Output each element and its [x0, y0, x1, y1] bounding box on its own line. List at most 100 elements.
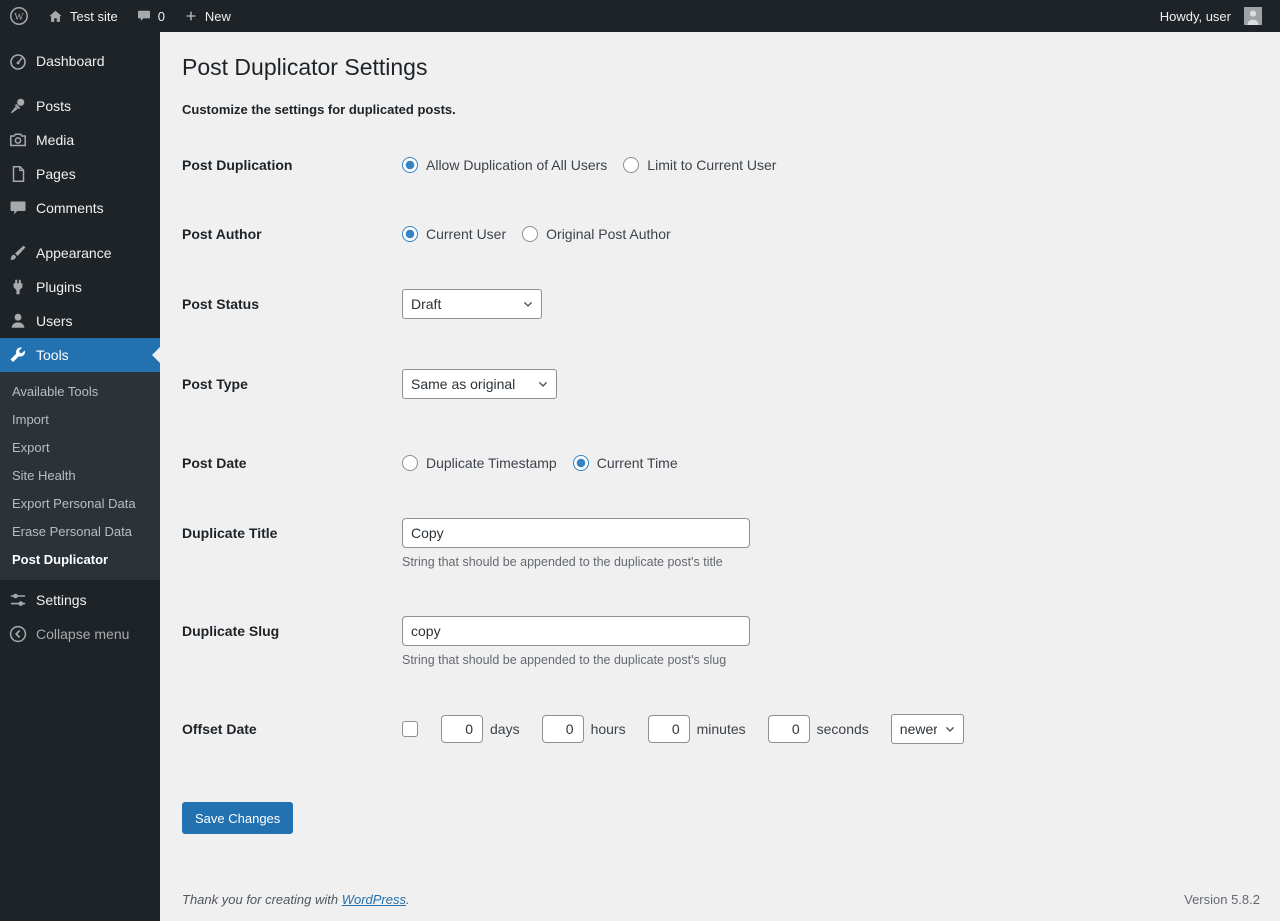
form-row-offset-date: Offset Date days hours minutes	[182, 694, 1260, 792]
pushpin-icon	[8, 96, 28, 116]
page-title: Post Duplicator Settings	[182, 53, 1260, 82]
current-time-radio[interactable]	[573, 455, 589, 471]
post-type-select-wrap: Same as original	[402, 369, 557, 399]
sidebar-item-settings[interactable]: Settings	[0, 583, 160, 617]
submenu-item-available-tools[interactable]: Available Tools	[0, 378, 160, 406]
comment-count: 0	[158, 9, 165, 24]
offset-minutes-input[interactable]	[648, 715, 690, 743]
form-row-post-author: Post Author Current User Original Post A…	[182, 200, 1260, 269]
howdy-label: Howdy, user	[1160, 9, 1231, 24]
submenu-item-import[interactable]: Import	[0, 406, 160, 434]
menu-separator	[0, 78, 160, 89]
tools-submenu: Available Tools Import Export Site Healt…	[0, 372, 160, 580]
camera-icon	[8, 130, 28, 150]
original-author-radio[interactable]	[522, 226, 538, 242]
sidebar-item-pages[interactable]: Pages	[0, 157, 160, 191]
offset-direction-select-wrap: newer	[891, 714, 964, 744]
hours-unit-label: hours	[591, 721, 626, 737]
radio-option-duplicate-timestamp[interactable]: Duplicate Timestamp	[402, 455, 557, 471]
radio-option-current-time[interactable]: Current Time	[573, 455, 678, 471]
submenu-item-export-personal-data[interactable]: Export Personal Data	[0, 490, 160, 518]
wrench-icon	[8, 345, 28, 365]
offset-date-checkbox[interactable]	[402, 721, 418, 737]
comment-icon	[8, 198, 28, 218]
admin-bar: W Test site 0 New Howdy, user	[0, 0, 1280, 32]
home-icon	[47, 8, 64, 25]
offset-date-checkbox-wrap	[402, 721, 418, 737]
plus-icon	[183, 8, 199, 24]
duplicate-slug-input[interactable]	[402, 616, 750, 646]
wordpress-logo-menu[interactable]: W	[0, 0, 38, 32]
form-row-post-type: Post Type Same as original	[182, 349, 1260, 429]
radio-option-limit-current-user[interactable]: Limit to Current User	[623, 157, 776, 173]
offset-seconds-input[interactable]	[768, 715, 810, 743]
svg-text:W: W	[14, 12, 24, 23]
sidebar-item-users[interactable]: Users	[0, 304, 160, 338]
sidebar-item-dashboard[interactable]: Dashboard	[0, 44, 160, 78]
radio-option-original-author[interactable]: Original Post Author	[522, 226, 671, 242]
seconds-unit-label: seconds	[817, 721, 869, 737]
wordpress-logo-icon: W	[9, 6, 29, 26]
sidebar-item-label: Users	[36, 313, 73, 329]
duplicate-timestamp-radio[interactable]	[402, 455, 418, 471]
new-content-menu[interactable]: New	[174, 0, 240, 32]
menu-separator	[0, 225, 160, 236]
offset-direction-select[interactable]: newer	[891, 714, 964, 744]
offset-hours-group: hours	[542, 715, 626, 743]
comments-bubble-link[interactable]: 0	[127, 0, 174, 32]
sidebar-item-media[interactable]: Media	[0, 123, 160, 157]
submenu-item-export[interactable]: Export	[0, 434, 160, 462]
account-menu[interactable]: Howdy, user	[1151, 0, 1271, 32]
post-status-label: Post Status	[182, 289, 402, 319]
footer-version: Version 5.8.2	[1184, 892, 1260, 907]
radio-label: Original Post Author	[546, 226, 671, 242]
offset-hours-input[interactable]	[542, 715, 584, 743]
offset-minutes-group: minutes	[648, 715, 746, 743]
radio-label: Allow Duplication of All Users	[426, 157, 607, 173]
duplicate-title-label: Duplicate Title	[182, 518, 402, 548]
sidebar-item-tools[interactable]: Tools	[0, 338, 160, 372]
footer-thanks-period: .	[406, 892, 410, 907]
page-subtitle: Customize the settings for duplicated po…	[182, 102, 1260, 117]
form-row-duplicate-title: Duplicate Title String that should be ap…	[182, 498, 1260, 596]
submenu-item-erase-personal-data[interactable]: Erase Personal Data	[0, 518, 160, 546]
radio-label: Current Time	[597, 455, 678, 471]
sidebar-item-posts[interactable]: Posts	[0, 89, 160, 123]
sidebar-item-plugins[interactable]: Plugins	[0, 270, 160, 304]
post-type-label: Post Type	[182, 369, 402, 399]
duplicate-slug-label: Duplicate Slug	[182, 616, 402, 646]
duplicate-title-input[interactable]	[402, 518, 750, 548]
footer-thanks-text: Thank you for creating with	[182, 892, 342, 907]
form-row-post-date: Post Date Duplicate Timestamp Current Ti…	[182, 429, 1260, 498]
offset-days-input[interactable]	[441, 715, 483, 743]
post-type-select[interactable]: Same as original	[402, 369, 557, 399]
person-icon	[8, 311, 28, 331]
site-name-link[interactable]: Test site	[38, 0, 127, 32]
radio-option-current-user[interactable]: Current User	[402, 226, 506, 242]
form-row-duplicate-slug: Duplicate Slug String that should be app…	[182, 596, 1260, 694]
comment-bubble-icon	[136, 8, 152, 24]
plug-icon	[8, 277, 28, 297]
sliders-icon	[8, 590, 28, 610]
settings-form: Post Duplication Allow Duplication of Al…	[182, 131, 1260, 792]
radio-option-allow-all-users[interactable]: Allow Duplication of All Users	[402, 157, 607, 173]
collapse-menu-button[interactable]: Collapse menu	[0, 617, 160, 651]
submenu-item-post-duplicator[interactable]: Post Duplicator	[0, 546, 160, 574]
allow-all-users-radio[interactable]	[402, 157, 418, 173]
sidebar-item-label: Appearance	[36, 245, 112, 261]
footer-thanks: Thank you for creating with WordPress.	[182, 892, 410, 907]
sidebar-item-comments[interactable]: Comments	[0, 191, 160, 225]
sidebar-item-label: Tools	[36, 347, 69, 363]
offset-date-label: Offset Date	[182, 714, 402, 744]
save-changes-button[interactable]: Save Changes	[182, 802, 293, 834]
limit-current-user-radio[interactable]	[623, 157, 639, 173]
duplicate-slug-help: String that should be appended to the du…	[402, 653, 750, 667]
sidebar-item-appearance[interactable]: Appearance	[0, 236, 160, 270]
post-author-label: Post Author	[182, 219, 402, 249]
wordpress-link[interactable]: WordPress	[342, 892, 406, 907]
radio-label: Current User	[426, 226, 506, 242]
post-status-select[interactable]: Draft	[402, 289, 542, 319]
current-user-radio[interactable]	[402, 226, 418, 242]
document-icon	[8, 164, 28, 184]
submenu-item-site-health[interactable]: Site Health	[0, 462, 160, 490]
